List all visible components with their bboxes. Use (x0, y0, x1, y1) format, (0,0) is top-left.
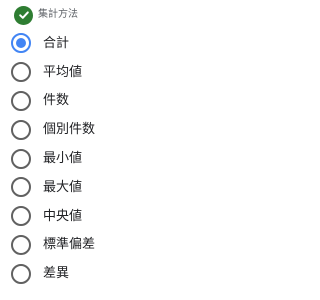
radio-option-median[interactable]: 中央値 (0, 202, 95, 231)
radio-option-label: 中央値 (43, 208, 83, 224)
aggregation-radio-group: 合計平均値件数個別件数最小値最大値中央値標準偏差差異 (0, 29, 95, 288)
radio-button[interactable] (11, 62, 31, 83)
radio-button[interactable] (11, 177, 31, 198)
radio-dot (16, 38, 26, 49)
checkmark-icon (18, 11, 29, 19)
radio-option-count[interactable]: 件数 (0, 87, 95, 116)
radio-option-min[interactable]: 最小値 (0, 144, 95, 173)
radio-option-label: 平均値 (43, 64, 83, 80)
section-title: 集計方法 (38, 9, 78, 20)
radio-option-variance[interactable]: 差異 (0, 259, 95, 288)
radio-button[interactable] (11, 90, 31, 111)
radio-option-distinct-count[interactable]: 個別件数 (0, 115, 95, 144)
radio-option-label: 合計 (43, 35, 70, 51)
radio-button[interactable] (11, 206, 31, 227)
radio-option-label: 最大値 (43, 179, 83, 195)
radio-button-selected[interactable] (11, 33, 31, 54)
radio-option-max[interactable]: 最大値 (0, 173, 95, 202)
radio-button[interactable] (11, 234, 31, 255)
section-header: 集計方法 (14, 4, 78, 26)
radio-option-average[interactable]: 平均値 (0, 58, 95, 87)
check-circle-icon (14, 5, 33, 25)
radio-button[interactable] (11, 119, 31, 140)
radio-option-label: 件数 (43, 93, 70, 109)
radio-button[interactable] (11, 148, 31, 169)
radio-option-label: 最小値 (43, 151, 83, 167)
radio-option-label: 標準偏差 (43, 237, 96, 253)
radio-option-std-dev[interactable]: 標準偏差 (0, 231, 95, 260)
radio-option-label: 個別件数 (43, 122, 96, 138)
radio-button[interactable] (11, 263, 31, 284)
radio-option-label: 差異 (43, 266, 70, 282)
radio-option-sum[interactable]: 合計 (0, 29, 95, 58)
